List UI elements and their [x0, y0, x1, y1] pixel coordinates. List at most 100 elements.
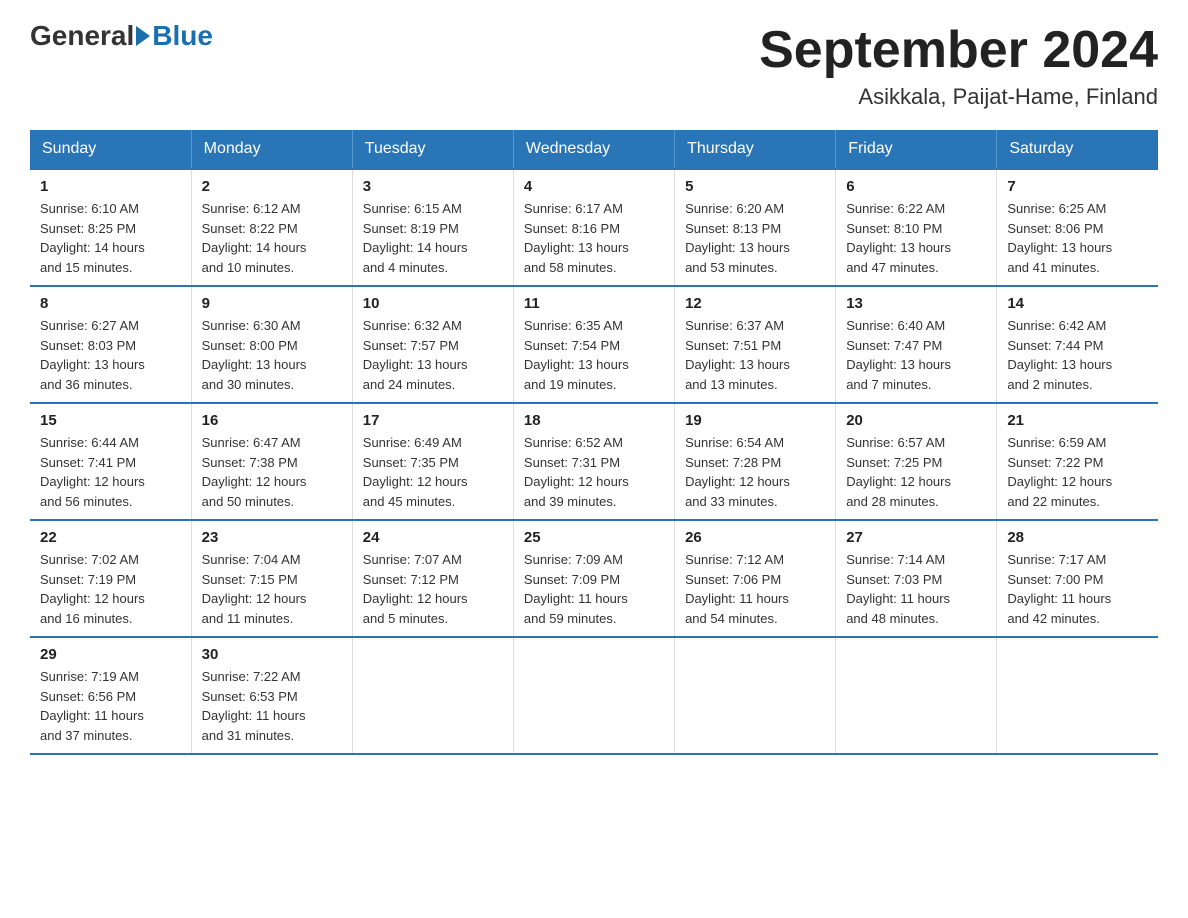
day-number: 4 — [524, 178, 664, 195]
calendar-day-cell: 1 Sunrise: 6:10 AMSunset: 8:25 PMDayligh… — [30, 169, 191, 286]
day-info: Sunrise: 6:30 AMSunset: 8:00 PMDaylight:… — [202, 316, 342, 394]
day-number: 13 — [846, 295, 986, 312]
day-info: Sunrise: 6:25 AMSunset: 8:06 PMDaylight:… — [1007, 199, 1148, 277]
day-info: Sunrise: 6:12 AMSunset: 8:22 PMDaylight:… — [202, 199, 342, 277]
day-info: Sunrise: 6:54 AMSunset: 7:28 PMDaylight:… — [685, 433, 825, 511]
calendar-day-cell: 11 Sunrise: 6:35 AMSunset: 7:54 PMDaylig… — [513, 286, 674, 403]
calendar-day-cell: 19 Sunrise: 6:54 AMSunset: 7:28 PMDaylig… — [675, 403, 836, 520]
day-info: Sunrise: 7:14 AMSunset: 7:03 PMDaylight:… — [846, 550, 986, 628]
calendar-week-row: 29 Sunrise: 7:19 AMSunset: 6:56 PMDaylig… — [30, 637, 1158, 754]
calendar-week-row: 15 Sunrise: 6:44 AMSunset: 7:41 PMDaylig… — [30, 403, 1158, 520]
day-number: 21 — [1007, 412, 1148, 429]
day-info: Sunrise: 7:22 AMSunset: 6:53 PMDaylight:… — [202, 667, 342, 745]
logo-general-text: General — [30, 20, 134, 52]
day-number: 26 — [685, 529, 825, 546]
weekday-header-monday: Monday — [191, 130, 352, 169]
day-number: 27 — [846, 529, 986, 546]
day-number: 23 — [202, 529, 342, 546]
day-info: Sunrise: 7:07 AMSunset: 7:12 PMDaylight:… — [363, 550, 503, 628]
calendar-day-cell: 20 Sunrise: 6:57 AMSunset: 7:25 PMDaylig… — [836, 403, 997, 520]
calendar-day-cell: 23 Sunrise: 7:04 AMSunset: 7:15 PMDaylig… — [191, 520, 352, 637]
day-number: 8 — [40, 295, 181, 312]
day-info: Sunrise: 6:10 AMSunset: 8:25 PMDaylight:… — [40, 199, 181, 277]
day-info: Sunrise: 6:49 AMSunset: 7:35 PMDaylight:… — [363, 433, 503, 511]
day-info: Sunrise: 7:17 AMSunset: 7:00 PMDaylight:… — [1007, 550, 1148, 628]
calendar-day-cell: 26 Sunrise: 7:12 AMSunset: 7:06 PMDaylig… — [675, 520, 836, 637]
weekday-header-tuesday: Tuesday — [352, 130, 513, 169]
day-info: Sunrise: 7:02 AMSunset: 7:19 PMDaylight:… — [40, 550, 181, 628]
day-info: Sunrise: 6:52 AMSunset: 7:31 PMDaylight:… — [524, 433, 664, 511]
logo-blue-part: Blue — [134, 20, 213, 52]
calendar-day-cell: 29 Sunrise: 7:19 AMSunset: 6:56 PMDaylig… — [30, 637, 191, 754]
day-number: 11 — [524, 295, 664, 312]
calendar-empty-cell — [997, 637, 1158, 754]
logo-arrow-icon — [136, 26, 150, 46]
calendar-week-row: 8 Sunrise: 6:27 AMSunset: 8:03 PMDayligh… — [30, 286, 1158, 403]
calendar-empty-cell — [513, 637, 674, 754]
day-info: Sunrise: 6:22 AMSunset: 8:10 PMDaylight:… — [846, 199, 986, 277]
page-header: General Blue September 2024 Asikkala, Pa… — [30, 20, 1158, 110]
day-number: 5 — [685, 178, 825, 195]
calendar-day-cell: 18 Sunrise: 6:52 AMSunset: 7:31 PMDaylig… — [513, 403, 674, 520]
day-info: Sunrise: 6:47 AMSunset: 7:38 PMDaylight:… — [202, 433, 342, 511]
calendar-week-row: 1 Sunrise: 6:10 AMSunset: 8:25 PMDayligh… — [30, 169, 1158, 286]
day-number: 28 — [1007, 529, 1148, 546]
calendar-day-cell: 13 Sunrise: 6:40 AMSunset: 7:47 PMDaylig… — [836, 286, 997, 403]
calendar-day-cell: 24 Sunrise: 7:07 AMSunset: 7:12 PMDaylig… — [352, 520, 513, 637]
logo: General Blue — [30, 20, 213, 52]
calendar-day-cell: 21 Sunrise: 6:59 AMSunset: 7:22 PMDaylig… — [997, 403, 1158, 520]
day-number: 18 — [524, 412, 664, 429]
location-title: Asikkala, Paijat-Hame, Finland — [759, 84, 1158, 110]
calendar-day-cell: 2 Sunrise: 6:12 AMSunset: 8:22 PMDayligh… — [191, 169, 352, 286]
day-info: Sunrise: 6:32 AMSunset: 7:57 PMDaylight:… — [363, 316, 503, 394]
day-number: 2 — [202, 178, 342, 195]
day-number: 12 — [685, 295, 825, 312]
calendar-day-cell: 12 Sunrise: 6:37 AMSunset: 7:51 PMDaylig… — [675, 286, 836, 403]
calendar-empty-cell — [836, 637, 997, 754]
calendar-table: SundayMondayTuesdayWednesdayThursdayFrid… — [30, 130, 1158, 755]
day-number: 24 — [363, 529, 503, 546]
calendar-day-cell: 10 Sunrise: 6:32 AMSunset: 7:57 PMDaylig… — [352, 286, 513, 403]
day-info: Sunrise: 6:40 AMSunset: 7:47 PMDaylight:… — [846, 316, 986, 394]
day-number: 29 — [40, 646, 181, 663]
calendar-day-cell: 17 Sunrise: 6:49 AMSunset: 7:35 PMDaylig… — [352, 403, 513, 520]
calendar-day-cell: 27 Sunrise: 7:14 AMSunset: 7:03 PMDaylig… — [836, 520, 997, 637]
title-section: September 2024 Asikkala, Paijat-Hame, Fi… — [759, 20, 1158, 110]
day-info: Sunrise: 6:35 AMSunset: 7:54 PMDaylight:… — [524, 316, 664, 394]
day-info: Sunrise: 7:04 AMSunset: 7:15 PMDaylight:… — [202, 550, 342, 628]
day-number: 6 — [846, 178, 986, 195]
day-info: Sunrise: 6:17 AMSunset: 8:16 PMDaylight:… — [524, 199, 664, 277]
day-info: Sunrise: 7:12 AMSunset: 7:06 PMDaylight:… — [685, 550, 825, 628]
day-number: 16 — [202, 412, 342, 429]
day-number: 10 — [363, 295, 503, 312]
day-number: 14 — [1007, 295, 1148, 312]
calendar-week-row: 22 Sunrise: 7:02 AMSunset: 7:19 PMDaylig… — [30, 520, 1158, 637]
day-number: 1 — [40, 178, 181, 195]
day-number: 25 — [524, 529, 664, 546]
calendar-day-cell: 6 Sunrise: 6:22 AMSunset: 8:10 PMDayligh… — [836, 169, 997, 286]
calendar-day-cell: 14 Sunrise: 6:42 AMSunset: 7:44 PMDaylig… — [997, 286, 1158, 403]
logo-blue-text: Blue — [152, 20, 213, 52]
calendar-day-cell: 28 Sunrise: 7:17 AMSunset: 7:00 PMDaylig… — [997, 520, 1158, 637]
day-info: Sunrise: 7:09 AMSunset: 7:09 PMDaylight:… — [524, 550, 664, 628]
calendar-empty-cell — [675, 637, 836, 754]
calendar-day-cell: 3 Sunrise: 6:15 AMSunset: 8:19 PMDayligh… — [352, 169, 513, 286]
day-info: Sunrise: 7:19 AMSunset: 6:56 PMDaylight:… — [40, 667, 181, 745]
day-info: Sunrise: 6:59 AMSunset: 7:22 PMDaylight:… — [1007, 433, 1148, 511]
weekday-header-friday: Friday — [836, 130, 997, 169]
day-info: Sunrise: 6:44 AMSunset: 7:41 PMDaylight:… — [40, 433, 181, 511]
day-number: 17 — [363, 412, 503, 429]
day-number: 19 — [685, 412, 825, 429]
calendar-day-cell: 5 Sunrise: 6:20 AMSunset: 8:13 PMDayligh… — [675, 169, 836, 286]
weekday-header-thursday: Thursday — [675, 130, 836, 169]
day-number: 3 — [363, 178, 503, 195]
day-info: Sunrise: 6:27 AMSunset: 8:03 PMDaylight:… — [40, 316, 181, 394]
weekday-header-row: SundayMondayTuesdayWednesdayThursdayFrid… — [30, 130, 1158, 169]
day-info: Sunrise: 6:42 AMSunset: 7:44 PMDaylight:… — [1007, 316, 1148, 394]
weekday-header-sunday: Sunday — [30, 130, 191, 169]
day-info: Sunrise: 6:57 AMSunset: 7:25 PMDaylight:… — [846, 433, 986, 511]
calendar-day-cell: 30 Sunrise: 7:22 AMSunset: 6:53 PMDaylig… — [191, 637, 352, 754]
day-info: Sunrise: 6:15 AMSunset: 8:19 PMDaylight:… — [363, 199, 503, 277]
month-title: September 2024 — [759, 20, 1158, 80]
calendar-day-cell: 9 Sunrise: 6:30 AMSunset: 8:00 PMDayligh… — [191, 286, 352, 403]
